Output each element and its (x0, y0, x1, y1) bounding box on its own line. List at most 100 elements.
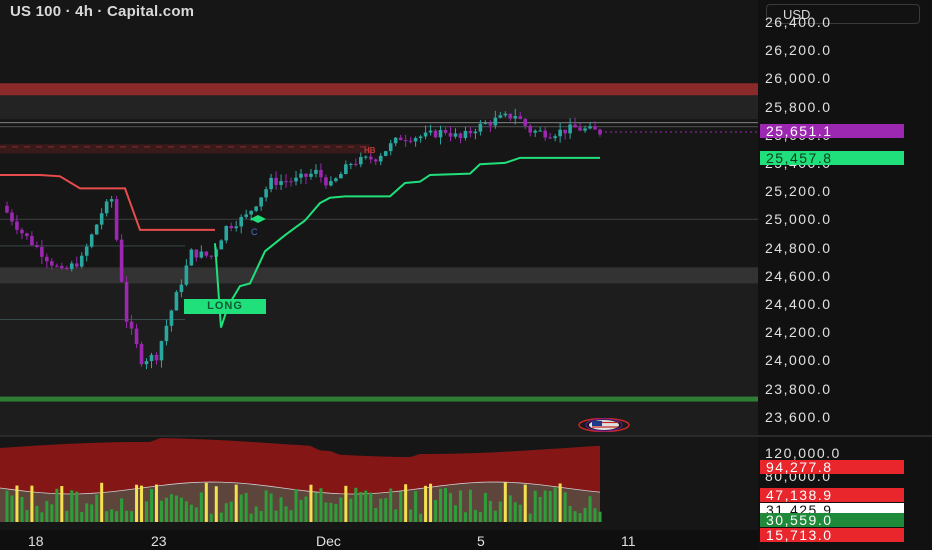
volume-bar (55, 488, 59, 522)
candle-body (433, 130, 438, 138)
volume-bar (394, 509, 398, 522)
volume-bar (329, 502, 333, 522)
volume-bar (369, 492, 373, 522)
volume-bar (399, 491, 403, 522)
time-axis-label: 11 (621, 533, 636, 549)
volume-bar (528, 513, 532, 522)
candle-body (279, 181, 283, 185)
candle-body (104, 201, 109, 214)
candle-body (254, 206, 258, 211)
candle-body (388, 143, 393, 152)
volume-bar (174, 495, 178, 522)
support-line (0, 396, 758, 402)
candle-body (179, 284, 184, 293)
candle-body (294, 177, 298, 182)
candle-body (74, 263, 79, 267)
volume-bar (284, 506, 288, 522)
candle-body (368, 156, 373, 160)
symbol-title[interactable]: US 100 · 4h · Capital.com (10, 3, 194, 20)
volume-bar (194, 507, 198, 522)
candle-body (448, 132, 453, 137)
volume-bar (10, 495, 14, 522)
candle-body (598, 129, 602, 135)
volume-bar (573, 511, 577, 522)
volume-bar (553, 487, 557, 522)
volume-bar (503, 482, 507, 522)
volume-bar (135, 484, 139, 522)
volume-bar (404, 484, 408, 522)
candle-body (363, 156, 368, 158)
candle-body (69, 263, 74, 269)
candle-body (284, 181, 288, 183)
candle-body (40, 247, 44, 257)
candle-body (548, 137, 552, 139)
volume-bar (498, 501, 502, 522)
candle-body (55, 265, 59, 267)
volume-bar (239, 494, 243, 522)
candle-body (134, 328, 139, 345)
volume-bar (578, 513, 582, 522)
candle-body (199, 251, 204, 258)
candle-body (129, 321, 134, 329)
volume-bar (5, 490, 9, 522)
candle-body (149, 354, 154, 362)
volume-bar (319, 488, 323, 522)
volume-bar (294, 489, 298, 522)
volume-bar (299, 499, 303, 522)
volume-bar (444, 487, 448, 522)
volume-bar (593, 508, 597, 522)
volume-bar (229, 501, 233, 522)
candle-body (518, 116, 523, 119)
candle-body (588, 126, 592, 129)
volume-bar (429, 483, 433, 522)
us-flag-icon (578, 418, 630, 432)
volume-bar (95, 494, 99, 522)
candle-body (184, 265, 189, 285)
candle-body (528, 125, 533, 133)
candle-body (543, 130, 547, 138)
volume-bar (70, 490, 74, 522)
candle-body (169, 310, 174, 326)
candle-body (299, 173, 303, 178)
volume-bar (130, 511, 134, 522)
volume-bar (249, 513, 253, 522)
candle-body (453, 133, 458, 137)
candle-body (144, 361, 149, 365)
volume-bar (209, 513, 213, 522)
volume-bar (199, 492, 203, 522)
candle-body (413, 138, 418, 142)
volume-bar (339, 497, 343, 522)
volume-bar (45, 500, 49, 522)
volume-bar (189, 504, 193, 522)
candle-body (498, 115, 503, 118)
chart-window: US 100 · 4h · Capital.com USD HB C LONG … (0, 0, 932, 550)
candle-body (79, 255, 84, 267)
candle-body (503, 113, 508, 116)
volume-bar (164, 497, 168, 522)
candle-body (473, 131, 478, 134)
volume-bar (140, 485, 144, 522)
candle-body (329, 181, 333, 186)
volume-bar (314, 492, 318, 522)
time-axis-label: 23 (151, 533, 167, 549)
volume-bar (309, 484, 313, 522)
price-axis-label: 24,000.0 (765, 352, 832, 369)
candle-body (50, 261, 54, 266)
volume-bar (419, 513, 423, 522)
volume-bar (389, 488, 393, 522)
volume-bar (548, 491, 552, 522)
candle-body (89, 234, 94, 247)
volume-bar (583, 507, 587, 522)
candle-body (578, 127, 582, 131)
volume-bar (110, 509, 114, 522)
volume-bar (359, 492, 363, 522)
volume-value-badge: 94,277.8 (760, 460, 904, 474)
volume-bar (40, 512, 44, 522)
trail-price-badge: 25,457.8 (760, 151, 904, 165)
candle-body (5, 205, 9, 213)
candle-body (84, 246, 89, 256)
volume-bar (463, 512, 467, 522)
candle-body (354, 163, 358, 165)
candle-body (458, 133, 463, 139)
volume-bar (100, 482, 104, 522)
